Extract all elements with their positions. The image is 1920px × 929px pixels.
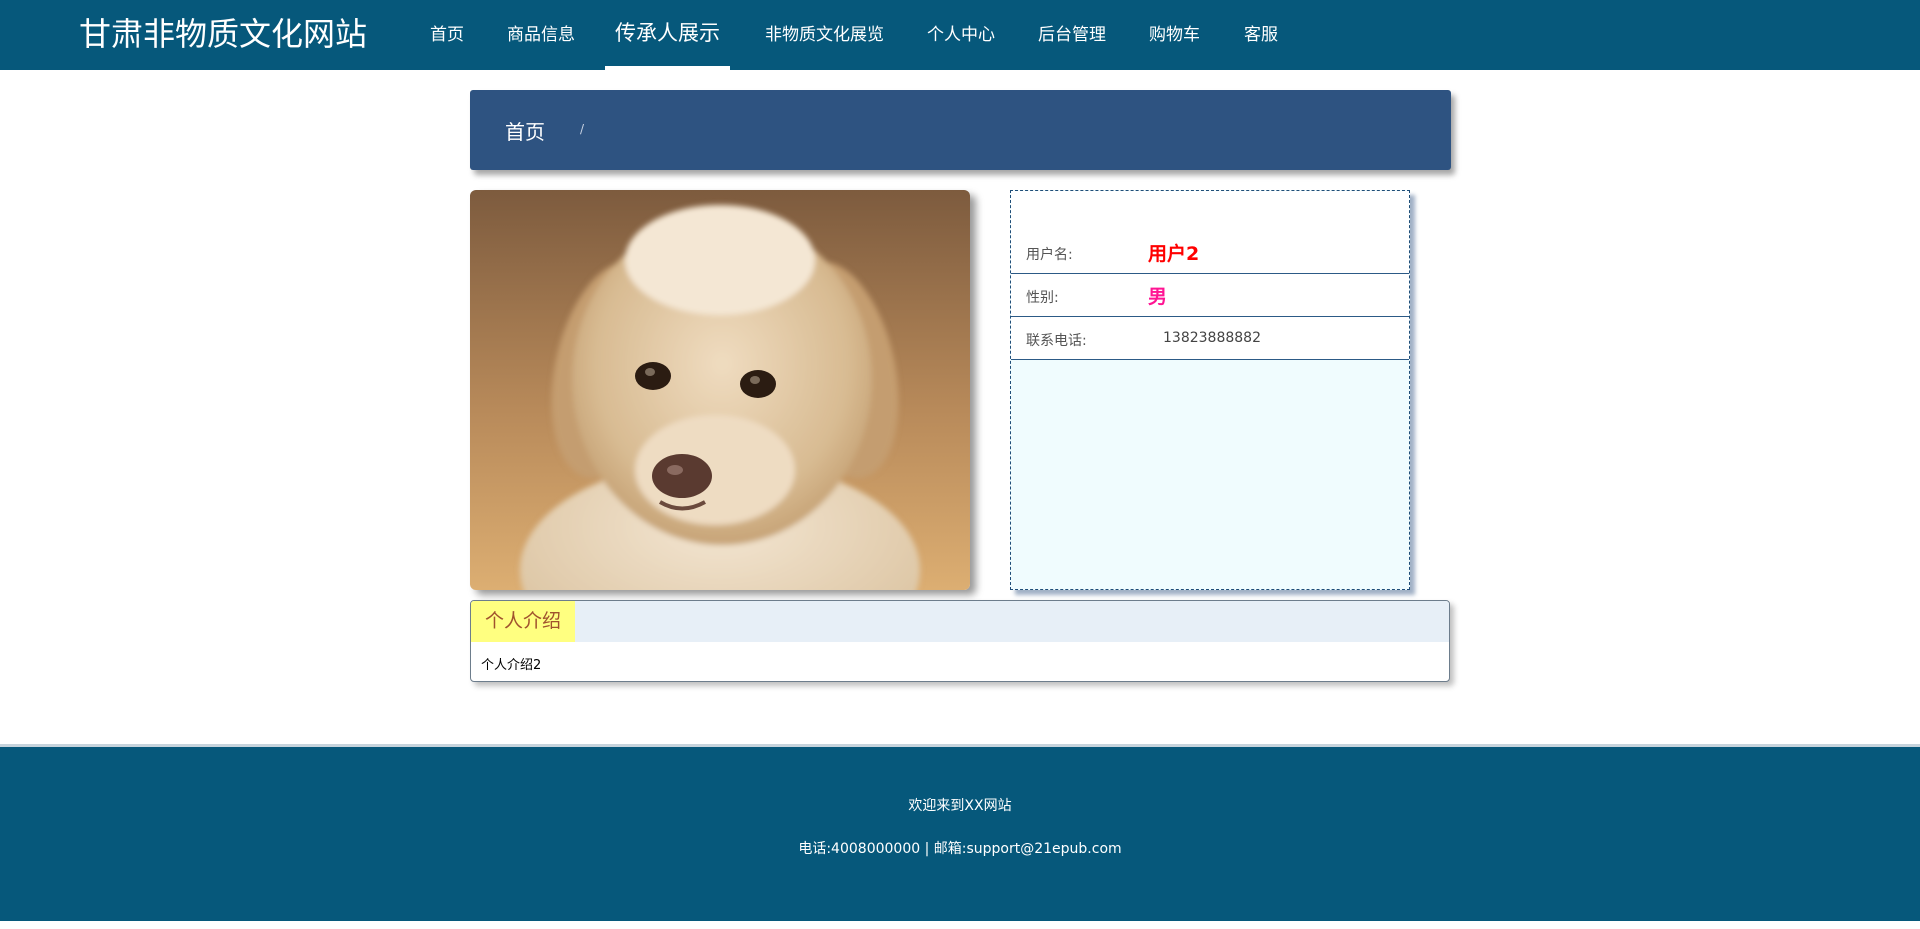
phone-value: 13823888882 bbox=[1163, 330, 1261, 346]
intro-content: 个人介绍2 bbox=[481, 658, 542, 673]
footer: 欢迎来到XX网站 电话:4008000000 | 邮箱:support@21ep… bbox=[0, 744, 1920, 921]
breadcrumb-home-link[interactable]: 首页 bbox=[505, 116, 545, 145]
top-navbar: 甘肃非物质文化网站 首页 商品信息 传承人展示 非物质文化展览 个人中心 后台管… bbox=[0, 0, 1920, 70]
profile-photo bbox=[470, 190, 970, 590]
info-row-gender: 性别: 男 bbox=[1011, 274, 1409, 317]
info-row-phone: 联系电话: 13823888882 bbox=[1011, 317, 1409, 360]
phone-label: 联系电话: bbox=[1026, 333, 1087, 349]
site-title[interactable]: 甘肃非物质文化网站 bbox=[79, 14, 367, 54]
nav-item-home[interactable]: 首页 bbox=[430, 0, 464, 70]
nav-item-personal-center[interactable]: 个人中心 bbox=[927, 0, 995, 70]
puppy-image bbox=[470, 190, 970, 590]
footer-contact: 电话:4008000000 | 邮箱:support@21epub.com bbox=[798, 841, 1122, 857]
nav-item-exhibition[interactable]: 非物质文化展览 bbox=[765, 0, 884, 70]
username-label: 用户名: bbox=[1026, 247, 1073, 263]
info-row-username: 用户名: 用户2 bbox=[1011, 231, 1409, 274]
nav-item-products[interactable]: 商品信息 bbox=[507, 0, 575, 70]
breadcrumb-separator: / bbox=[580, 122, 585, 136]
nav-item-inheritors[interactable]: 传承人展示 bbox=[605, 0, 730, 70]
nav-item-admin[interactable]: 后台管理 bbox=[1038, 0, 1106, 70]
gender-label: 性别: bbox=[1026, 290, 1059, 306]
breadcrumb: 首页 / bbox=[470, 90, 1451, 170]
nav-item-cart[interactable]: 购物车 bbox=[1149, 0, 1200, 70]
gender-value: 男 bbox=[1148, 286, 1168, 308]
profile-info-card: 用户名: 用户2 性别: 男 联系电话: 13823888882 bbox=[1010, 190, 1410, 590]
username-value: 用户2 bbox=[1148, 243, 1200, 265]
intro-tab[interactable]: 个人介绍 bbox=[471, 601, 575, 642]
footer-welcome: 欢迎来到XX网站 bbox=[908, 798, 1012, 814]
intro-panel-header: 个人介绍 bbox=[471, 601, 1449, 642]
nav-item-customer-service[interactable]: 客服 bbox=[1244, 0, 1278, 70]
personal-intro-panel: 个人介绍 个人介绍2 bbox=[470, 600, 1450, 682]
